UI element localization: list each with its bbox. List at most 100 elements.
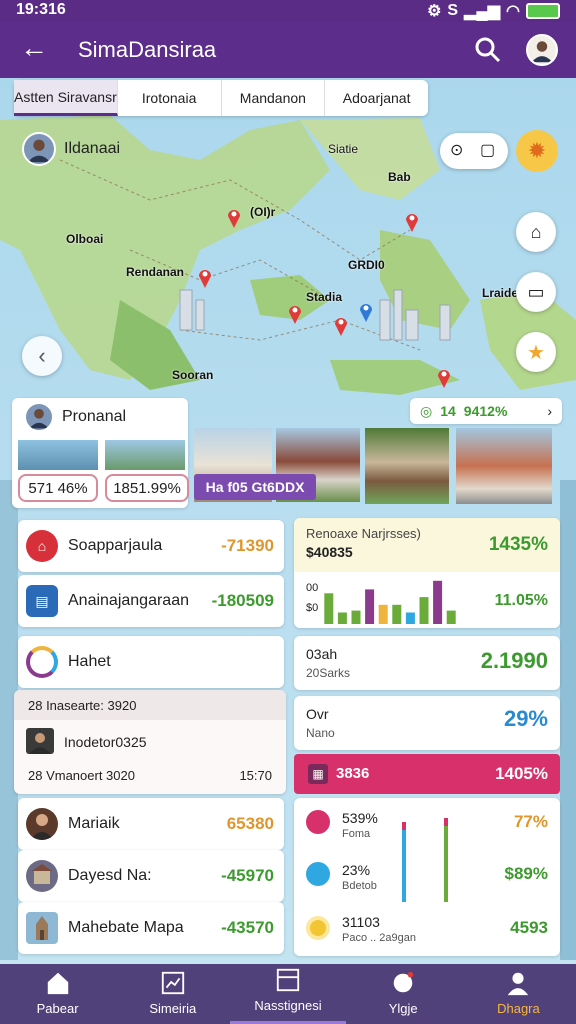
nav-label: Simeiria bbox=[149, 1001, 197, 1016]
folder-icon bbox=[274, 966, 302, 994]
map-pin-icon[interactable] bbox=[287, 302, 303, 324]
breakdown-dot-red bbox=[306, 810, 330, 834]
street-photo bbox=[456, 428, 552, 504]
wifi-icon: ◠ bbox=[506, 3, 520, 20]
home-icon bbox=[44, 969, 72, 997]
map-book-icon[interactable]: ▭ bbox=[516, 272, 556, 312]
stat-value: 2.1990 bbox=[480, 648, 548, 673]
battery-icon bbox=[526, 3, 560, 19]
detail-card[interactable]: 28 Inasearte: 3920 Inodetor0325 28 Vmano… bbox=[14, 690, 286, 794]
breakdown-label: Foma bbox=[342, 828, 371, 840]
list-item-anainajangaraan[interactable]: ▤ Anainajangaraan -180509 bbox=[18, 575, 284, 627]
search-icon[interactable] bbox=[472, 34, 504, 66]
bungalow-photo bbox=[365, 428, 449, 504]
stat-label: 03ah bbox=[306, 646, 338, 662]
tab-adoarjanat[interactable]: Adoarjanat bbox=[325, 80, 428, 116]
chart-bar bbox=[378, 604, 388, 624]
profile-avatar[interactable] bbox=[526, 34, 558, 66]
map-pin-icon[interactable] bbox=[333, 314, 349, 336]
row-value: 65380 bbox=[226, 814, 274, 833]
nav-item-home[interactable]: Pabear bbox=[0, 964, 115, 1024]
bank-icon: ⌂ bbox=[26, 530, 58, 562]
map-pin-icon[interactable] bbox=[358, 300, 374, 322]
calendar-icon: ▦ bbox=[308, 764, 328, 784]
detail-person: Inodetor0325 bbox=[64, 734, 147, 750]
map-layer-toggle[interactable]: ⊙ ▢ bbox=[440, 133, 508, 169]
stat-card-1[interactable]: 03ah 20Sarks 2.1990 bbox=[294, 636, 560, 690]
breakdown-label: Bdetob bbox=[342, 880, 377, 892]
pronanal-stat-chip[interactable]: ◎ 14 9412% › bbox=[410, 398, 562, 424]
stat-chip-count: 14 bbox=[440, 403, 456, 419]
pronanal-title: Pronanal bbox=[62, 408, 127, 425]
chart-bar bbox=[419, 597, 429, 624]
map-label: Olboai bbox=[66, 232, 104, 246]
map-label: Sooran bbox=[172, 368, 214, 382]
y-tick-bottom: $0 bbox=[306, 602, 319, 614]
breakdown-pct: 31103 bbox=[342, 914, 380, 930]
route-icon[interactable]: ⌂ bbox=[516, 212, 556, 252]
row-value: -45970 bbox=[221, 866, 274, 885]
nav-label: Pabear bbox=[36, 1001, 79, 1016]
map-label: Lraide bbox=[482, 286, 519, 300]
promo-banner[interactable]: Ha f05 Gt6DDX bbox=[194, 474, 316, 500]
list-item-hahet[interactable]: Hahet bbox=[18, 636, 284, 688]
revenue-panel[interactable]: Renoaxe Narjrsses) $40835 1435% 00 $0 11… bbox=[294, 518, 560, 628]
chart-bar bbox=[337, 612, 347, 624]
row-label: Soapparjaula bbox=[68, 537, 163, 554]
map-label: Siatie bbox=[328, 142, 359, 156]
stat-sub: Nano bbox=[306, 726, 335, 740]
nav-item-dhagra[interactable]: Dhagra bbox=[461, 964, 576, 1024]
list-item-soapparjaula[interactable]: ⌂ Soapparjaula -71390 bbox=[18, 520, 284, 572]
map-pin-icon[interactable] bbox=[226, 206, 242, 228]
profile-icon bbox=[504, 969, 532, 997]
map-pin-icon[interactable] bbox=[436, 366, 452, 388]
breakdown-pct: 23% bbox=[342, 862, 371, 878]
nav-item-simeiria[interactable]: Simeiria bbox=[115, 964, 230, 1024]
sun-icon[interactable]: ✹ bbox=[516, 130, 558, 172]
breakdown-panel[interactable]: 539% Foma 77% 23% Bdetob $89% 31103 Paco… bbox=[294, 798, 560, 956]
layers-icon[interactable]: ▢ bbox=[480, 140, 495, 160]
map-label: (OI)r bbox=[250, 205, 276, 219]
list-item-dayesd[interactable]: Dayesd Na: -45970 bbox=[18, 850, 284, 902]
revenue-bar-chart bbox=[324, 580, 456, 624]
detail-time: 15:70 bbox=[239, 768, 272, 783]
breakdown-dot-yellow bbox=[306, 916, 330, 940]
revenue-amount: $40835 bbox=[306, 544, 353, 560]
signal-icon: ▂▄▆ bbox=[464, 3, 501, 20]
breakdown-pct: 539% bbox=[342, 810, 378, 826]
nav-item-nasstignesi[interactable]: Nasstignesi bbox=[230, 964, 346, 1024]
spinner-icon bbox=[26, 646, 58, 678]
breakdown-dot-blue bbox=[306, 862, 330, 886]
status-indicator-text: S bbox=[447, 2, 459, 19]
app-title: SimaDansiraa bbox=[78, 37, 217, 62]
map-pin-icon[interactable] bbox=[197, 266, 213, 288]
chart-bar bbox=[324, 593, 334, 624]
map-user-chip[interactable]: Ildanaai bbox=[22, 132, 120, 166]
breakdown-right: 77% bbox=[513, 812, 548, 831]
tab-mandanon[interactable]: Mandanon bbox=[222, 80, 326, 116]
tab-astten[interactable]: Astten Siravansr bbox=[14, 80, 118, 116]
chevron-right-icon[interactable]: › bbox=[547, 403, 552, 419]
chevron-left-icon[interactable]: ‹ bbox=[22, 336, 62, 376]
row-label: Mahebate Mapa bbox=[68, 919, 184, 936]
row-label: Hahet bbox=[68, 653, 111, 670]
star-icon[interactable]: ★ bbox=[516, 332, 556, 372]
person-avatar bbox=[26, 728, 54, 754]
map-pin-icon[interactable] bbox=[404, 210, 420, 232]
nav-item-ylgje[interactable]: Ylgje bbox=[346, 964, 461, 1024]
stat-card-2[interactable]: Ovr Nano 29% bbox=[294, 696, 560, 750]
arrow-left-icon[interactable]: ← bbox=[20, 34, 48, 62]
chart-bar bbox=[365, 589, 375, 624]
list-item-mahebate[interactable]: Mahebate Mapa -43570 bbox=[18, 902, 284, 954]
row-value: -71390 bbox=[221, 536, 274, 555]
building-thumb-icon bbox=[26, 860, 58, 892]
location-icon[interactable]: ⊙ bbox=[450, 140, 463, 160]
map-label: Rendanan bbox=[126, 265, 185, 279]
tab-irotonaia[interactable]: Irotonaia bbox=[118, 80, 222, 116]
stat-sub: 20Sarks bbox=[306, 666, 351, 680]
city-photo bbox=[18, 440, 98, 470]
highlight-bar[interactable]: ▦ 3836 1405% bbox=[294, 754, 560, 794]
detail-line-1: 28 Inasearte: 3920 bbox=[28, 698, 137, 713]
revenue-bottom-pct: 11.05% bbox=[494, 592, 548, 609]
list-item-mariaik[interactable]: Mariaik 65380 bbox=[18, 798, 284, 850]
